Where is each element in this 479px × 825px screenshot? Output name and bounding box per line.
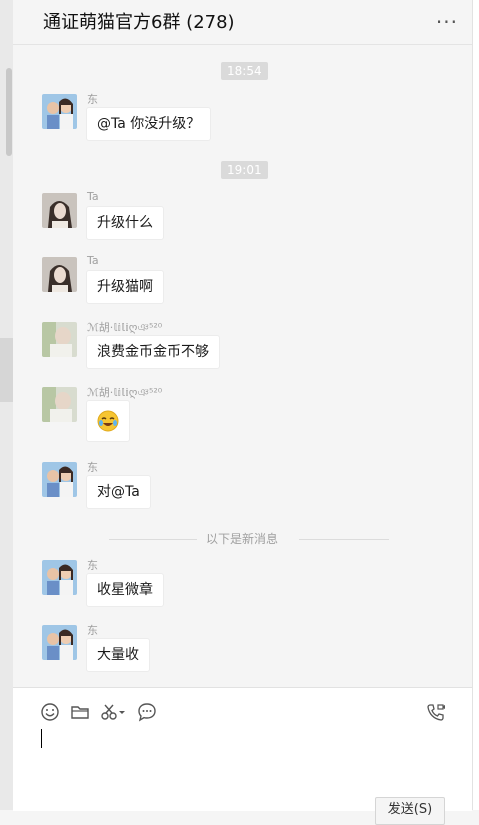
message-bubble[interactable]: 升级什么 xyxy=(86,206,164,240)
avatar[interactable] xyxy=(42,462,77,497)
chat-header: 通证萌猫官方6群 (278) ··· xyxy=(13,0,472,45)
sender-name: 东 xyxy=(87,93,98,106)
screenshot-scissors-icon[interactable] xyxy=(100,702,126,722)
avatar[interactable] xyxy=(42,257,77,292)
conversation-list-scrollbar[interactable] xyxy=(6,68,12,156)
divider-line xyxy=(109,539,197,540)
avatar[interactable] xyxy=(42,560,77,595)
chat-history-icon[interactable] xyxy=(137,702,157,722)
crying-laughing-emoji-icon xyxy=(97,410,119,432)
timestamp: 18:54 xyxy=(221,62,268,80)
avatar[interactable] xyxy=(42,625,77,660)
sender-name: 东 xyxy=(87,624,98,637)
emoji-icon[interactable] xyxy=(40,702,60,722)
message-bubble[interactable]: 收星微章 xyxy=(86,573,164,607)
message-bubble[interactable]: 升级猫啊 xyxy=(86,270,164,304)
message-input-area: 发送(S) xyxy=(13,687,472,825)
new-messages-label: 以下是新消息 xyxy=(206,532,279,546)
conversation-list-edge xyxy=(0,0,13,810)
sender-name: 东 xyxy=(87,559,98,572)
selected-conversation-highlight xyxy=(0,338,13,402)
avatar[interactable] xyxy=(42,387,77,422)
sender-name: Ta xyxy=(87,190,99,203)
more-horizontal-icon[interactable]: ··· xyxy=(436,10,458,34)
message-bubble[interactable]: 大量收 xyxy=(86,638,150,672)
sender-name: 东 xyxy=(87,461,98,474)
send-button[interactable]: 发送(S) xyxy=(375,797,445,825)
new-messages-divider: 以下是新消息 xyxy=(13,530,472,550)
timestamp: 19:01 xyxy=(221,161,268,179)
divider-line xyxy=(299,539,389,540)
avatar[interactable] xyxy=(42,322,77,357)
message-bubble[interactable]: @Ta 你没升级？ xyxy=(86,107,212,141)
chat-title: 通证萌猫官方6群 (278) xyxy=(43,12,235,33)
window-edge xyxy=(472,0,479,810)
chat-window: 通证萌猫官方6群 (278) ··· 18:54 东 @Ta 你没升级？ 19:… xyxy=(13,0,472,825)
message-bubble[interactable] xyxy=(86,400,130,442)
avatar[interactable] xyxy=(42,193,77,228)
voice-video-call-icon[interactable] xyxy=(426,702,446,722)
message-bubble[interactable]: 对@Ta xyxy=(86,475,151,509)
folder-icon[interactable] xyxy=(70,702,90,722)
sender-name: Ta xyxy=(87,254,99,267)
avatar[interactable] xyxy=(42,94,77,129)
message-bubble[interactable]: 浪费金币金币不够 xyxy=(86,335,220,369)
message-input-caret[interactable] xyxy=(41,729,42,748)
